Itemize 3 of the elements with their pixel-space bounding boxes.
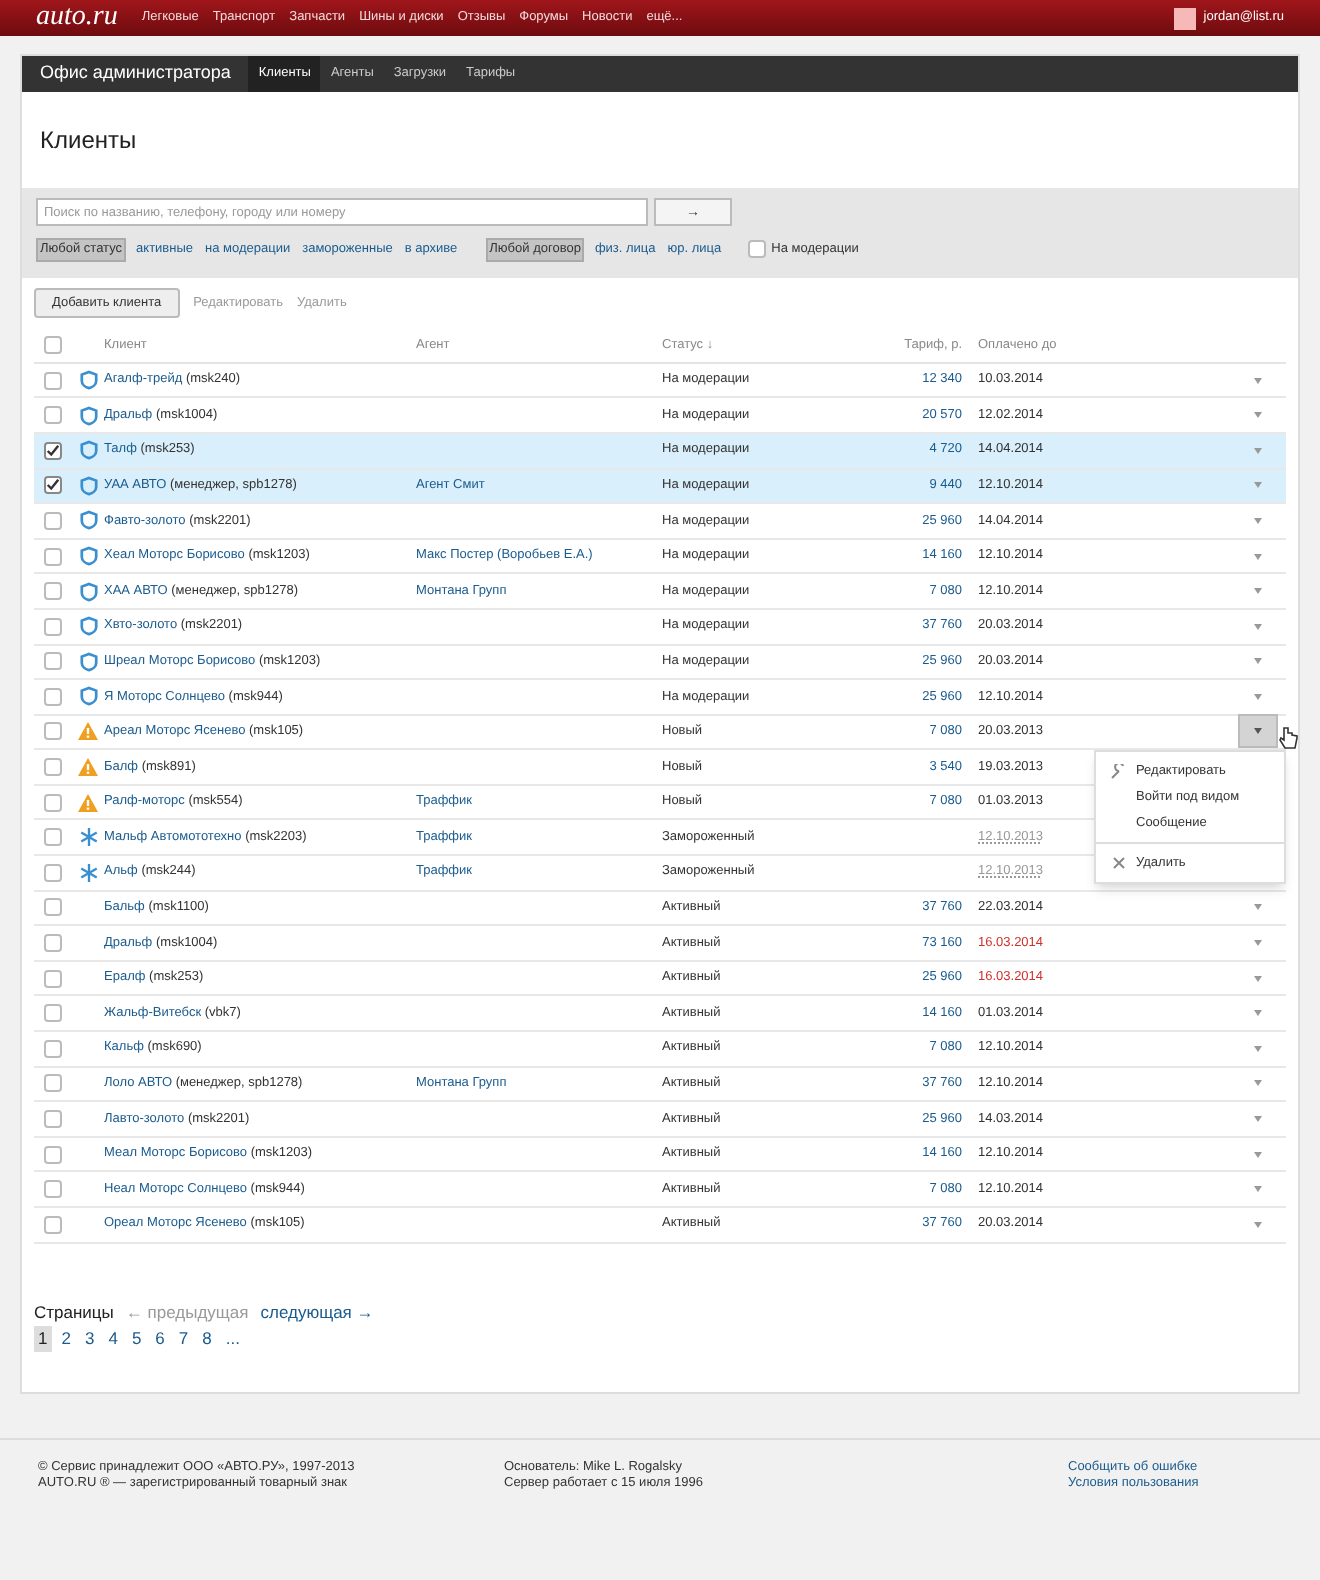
pagination-label: Страницы: [34, 1299, 114, 1325]
office-title: Офис администратора: [40, 60, 231, 87]
page-title: Клиенты: [40, 124, 137, 158]
